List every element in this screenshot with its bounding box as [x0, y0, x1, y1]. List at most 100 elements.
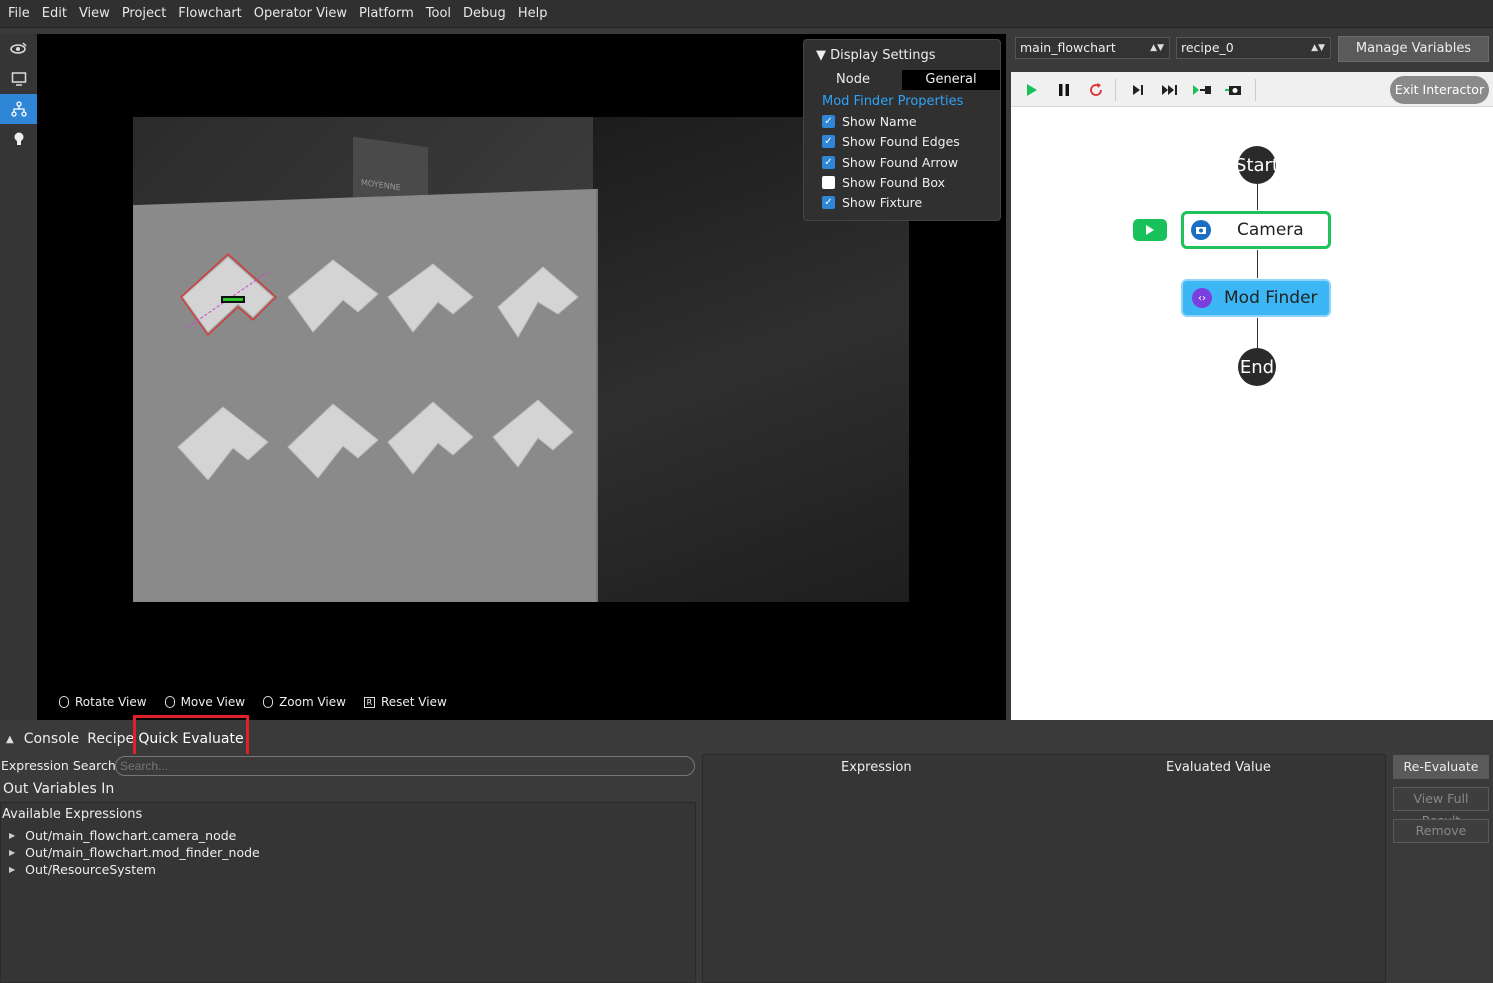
move-view-hint: Move View — [164, 695, 246, 709]
display-settings-panel: ▼ Display Settings Node General Mod Find… — [803, 39, 1001, 221]
option-show-found-arrow[interactable]: ✓ Show Found Arrow — [822, 155, 958, 170]
sidebar-item-ideas[interactable] — [0, 124, 37, 154]
tab-recipes[interactable]: Recipes — [87, 731, 133, 747]
collapse-triangle-icon: ▼ — [816, 48, 831, 63]
run-to-node-button[interactable] — [1191, 80, 1213, 100]
menu-view[interactable]: View — [73, 0, 116, 28]
menu-tool[interactable]: Tool — [420, 0, 457, 28]
mod-finder-properties-heading: Mod Finder Properties — [822, 94, 964, 109]
play-icon — [1027, 84, 1037, 96]
sidebar-item-flowchart[interactable] — [0, 94, 37, 124]
remove-button[interactable]: Remove — [1393, 819, 1489, 843]
available-expressions-tree: Available Expressions ▶ Out/main_flowchar… — [0, 802, 696, 983]
start-node[interactable]: Start — [1235, 146, 1279, 184]
camera-image: MOYENNE — [133, 117, 909, 602]
play-icon — [1146, 225, 1154, 235]
tree-item-label: Out/main_flowchart.camera_node — [25, 828, 237, 843]
menu-operator-view[interactable]: Operator View — [248, 0, 353, 28]
checkbox-unchecked-icon[interactable] — [822, 176, 835, 189]
start-node-label: Start — [1235, 154, 1279, 176]
end-node[interactable]: End — [1238, 348, 1276, 386]
option-label: Show Found Edges — [842, 134, 960, 149]
checkbox-checked-icon[interactable]: ✓ — [822, 196, 835, 209]
sidebar-item-monitor[interactable] — [0, 64, 37, 94]
available-expressions-label: Available Expressions — [2, 807, 143, 822]
fast-forward-button[interactable] — [1159, 80, 1181, 100]
spinner-arrows-icon: ▲▼ — [1150, 43, 1164, 53]
menu-file[interactable]: File — [2, 0, 36, 28]
expand-arrow-icon[interactable]: ▶ — [9, 831, 15, 840]
tab-node[interactable]: Node — [804, 70, 902, 90]
restart-icon — [1090, 83, 1102, 96]
step-button[interactable] — [1127, 80, 1149, 100]
image-viewer[interactable]: MOYENNE ▼ Display Settings Node General … — [37, 34, 1007, 720]
left-toolbar — [0, 34, 37, 720]
camera-node[interactable]: Camera — [1181, 211, 1331, 249]
run-button[interactable] — [1021, 80, 1043, 100]
spinner-arrows-icon: ▲▼ — [1311, 43, 1325, 53]
checkbox-checked-icon[interactable]: ✓ — [822, 135, 835, 148]
menu-help[interactable]: Help — [512, 0, 554, 28]
pipe-fittings — [177, 253, 579, 481]
manage-variables-button[interactable]: Manage Variables — [1338, 36, 1489, 62]
expand-arrow-icon[interactable]: ▶ — [9, 848, 15, 857]
node-run-button[interactable] — [1133, 219, 1167, 241]
menu-edit[interactable]: Edit — [36, 0, 73, 28]
mouse-left-icon — [59, 696, 69, 708]
option-show-fixture[interactable]: ✓ Show Fixture — [822, 195, 922, 210]
rotate-view-hint: Rotate View — [59, 695, 147, 709]
flow-selector-bar: main_flowchart ▲▼ recipe_0 ▲▼ Manage Varia… — [1011, 34, 1493, 72]
camera-run-icon — [1225, 86, 1241, 95]
column-header-evaluated-value: Evaluated Value — [1166, 760, 1271, 775]
expression-search-input[interactable] — [115, 756, 695, 776]
highlight-box — [133, 715, 249, 757]
menu-platform[interactable]: Platform — [353, 0, 420, 28]
viewer-controls-hint: Rotate View Move View Zoom View R Reset V… — [37, 690, 459, 714]
capture-button[interactable] — [1223, 80, 1245, 100]
view-full-result-button[interactable]: View Full Result — [1393, 787, 1489, 828]
checkbox-checked-icon[interactable]: ✓ — [822, 115, 835, 128]
camera-icon — [1191, 220, 1211, 240]
reset-view-hint: R Reset View — [363, 695, 447, 709]
recipe-select[interactable]: recipe_0 ▲▼ — [1176, 37, 1331, 59]
sidebar-item-vision[interactable] — [0, 34, 37, 64]
checkbox-checked-icon[interactable]: ✓ — [822, 156, 835, 169]
expression-search-label: Expression Search: — [1, 758, 120, 773]
reevaluate-button[interactable]: Re-Evaluate — [1393, 755, 1489, 779]
restart-button[interactable] — [1085, 80, 1107, 100]
option-label: Show Found Arrow — [842, 155, 959, 170]
display-settings-header[interactable]: ▼ Display Settings — [816, 48, 936, 63]
hint-label: Zoom View — [279, 695, 346, 709]
expand-arrow-icon[interactable]: ▶ — [9, 865, 15, 874]
option-show-found-edges[interactable]: ✓ Show Found Edges — [822, 134, 960, 149]
end-node-label: End — [1239, 356, 1275, 378]
menu-flowchart[interactable]: Flowchart — [172, 0, 247, 28]
mouse-right-icon — [164, 696, 175, 708]
mod-finder-node[interactable]: ‹› Mod Finder — [1181, 279, 1331, 317]
connector-camera-modfinder — [1257, 250, 1258, 278]
tree-item-mod-finder-node[interactable]: ▶ Out/main_flowchart.mod_finder_node — [9, 845, 260, 860]
tab-console[interactable]: Console — [24, 731, 80, 747]
menu-debug[interactable]: Debug — [457, 0, 512, 28]
tree-item-camera-node[interactable]: ▶ Out/main_flowchart.camera_node — [9, 828, 236, 843]
flowchart-select[interactable]: main_flowchart ▲▼ — [1015, 37, 1170, 59]
pause-button[interactable] — [1053, 80, 1075, 100]
exit-interactor-button[interactable]: Exit Interactor — [1390, 76, 1489, 104]
collapse-up-icon[interactable]: ▲ — [6, 734, 14, 745]
option-label: Show Name — [842, 114, 917, 129]
toolbar-divider — [1115, 79, 1116, 101]
connector-modfinder-end — [1257, 318, 1258, 348]
flowchart-icon — [10, 101, 27, 117]
menu-project[interactable]: Project — [116, 0, 172, 28]
toolbar-divider — [1255, 79, 1256, 101]
flowchart-canvas[interactable]: Exit Interactor Start Camera ‹› Mod Find… — [1011, 72, 1493, 720]
box-label-text: MOYENNE — [361, 177, 401, 193]
tab-general[interactable]: General — [902, 70, 1000, 90]
tree-item-resource-system[interactable]: ▶ Out/ResourceSystem — [9, 862, 156, 877]
column-header-expression: Expression — [841, 760, 912, 775]
connector-start-camera — [1257, 184, 1258, 210]
option-show-found-box[interactable]: Show Found Box — [822, 175, 945, 190]
hint-label: Move View — [180, 695, 246, 709]
option-show-name[interactable]: ✓ Show Name — [822, 114, 917, 129]
recipe-select-value: recipe_0 — [1181, 40, 1234, 55]
